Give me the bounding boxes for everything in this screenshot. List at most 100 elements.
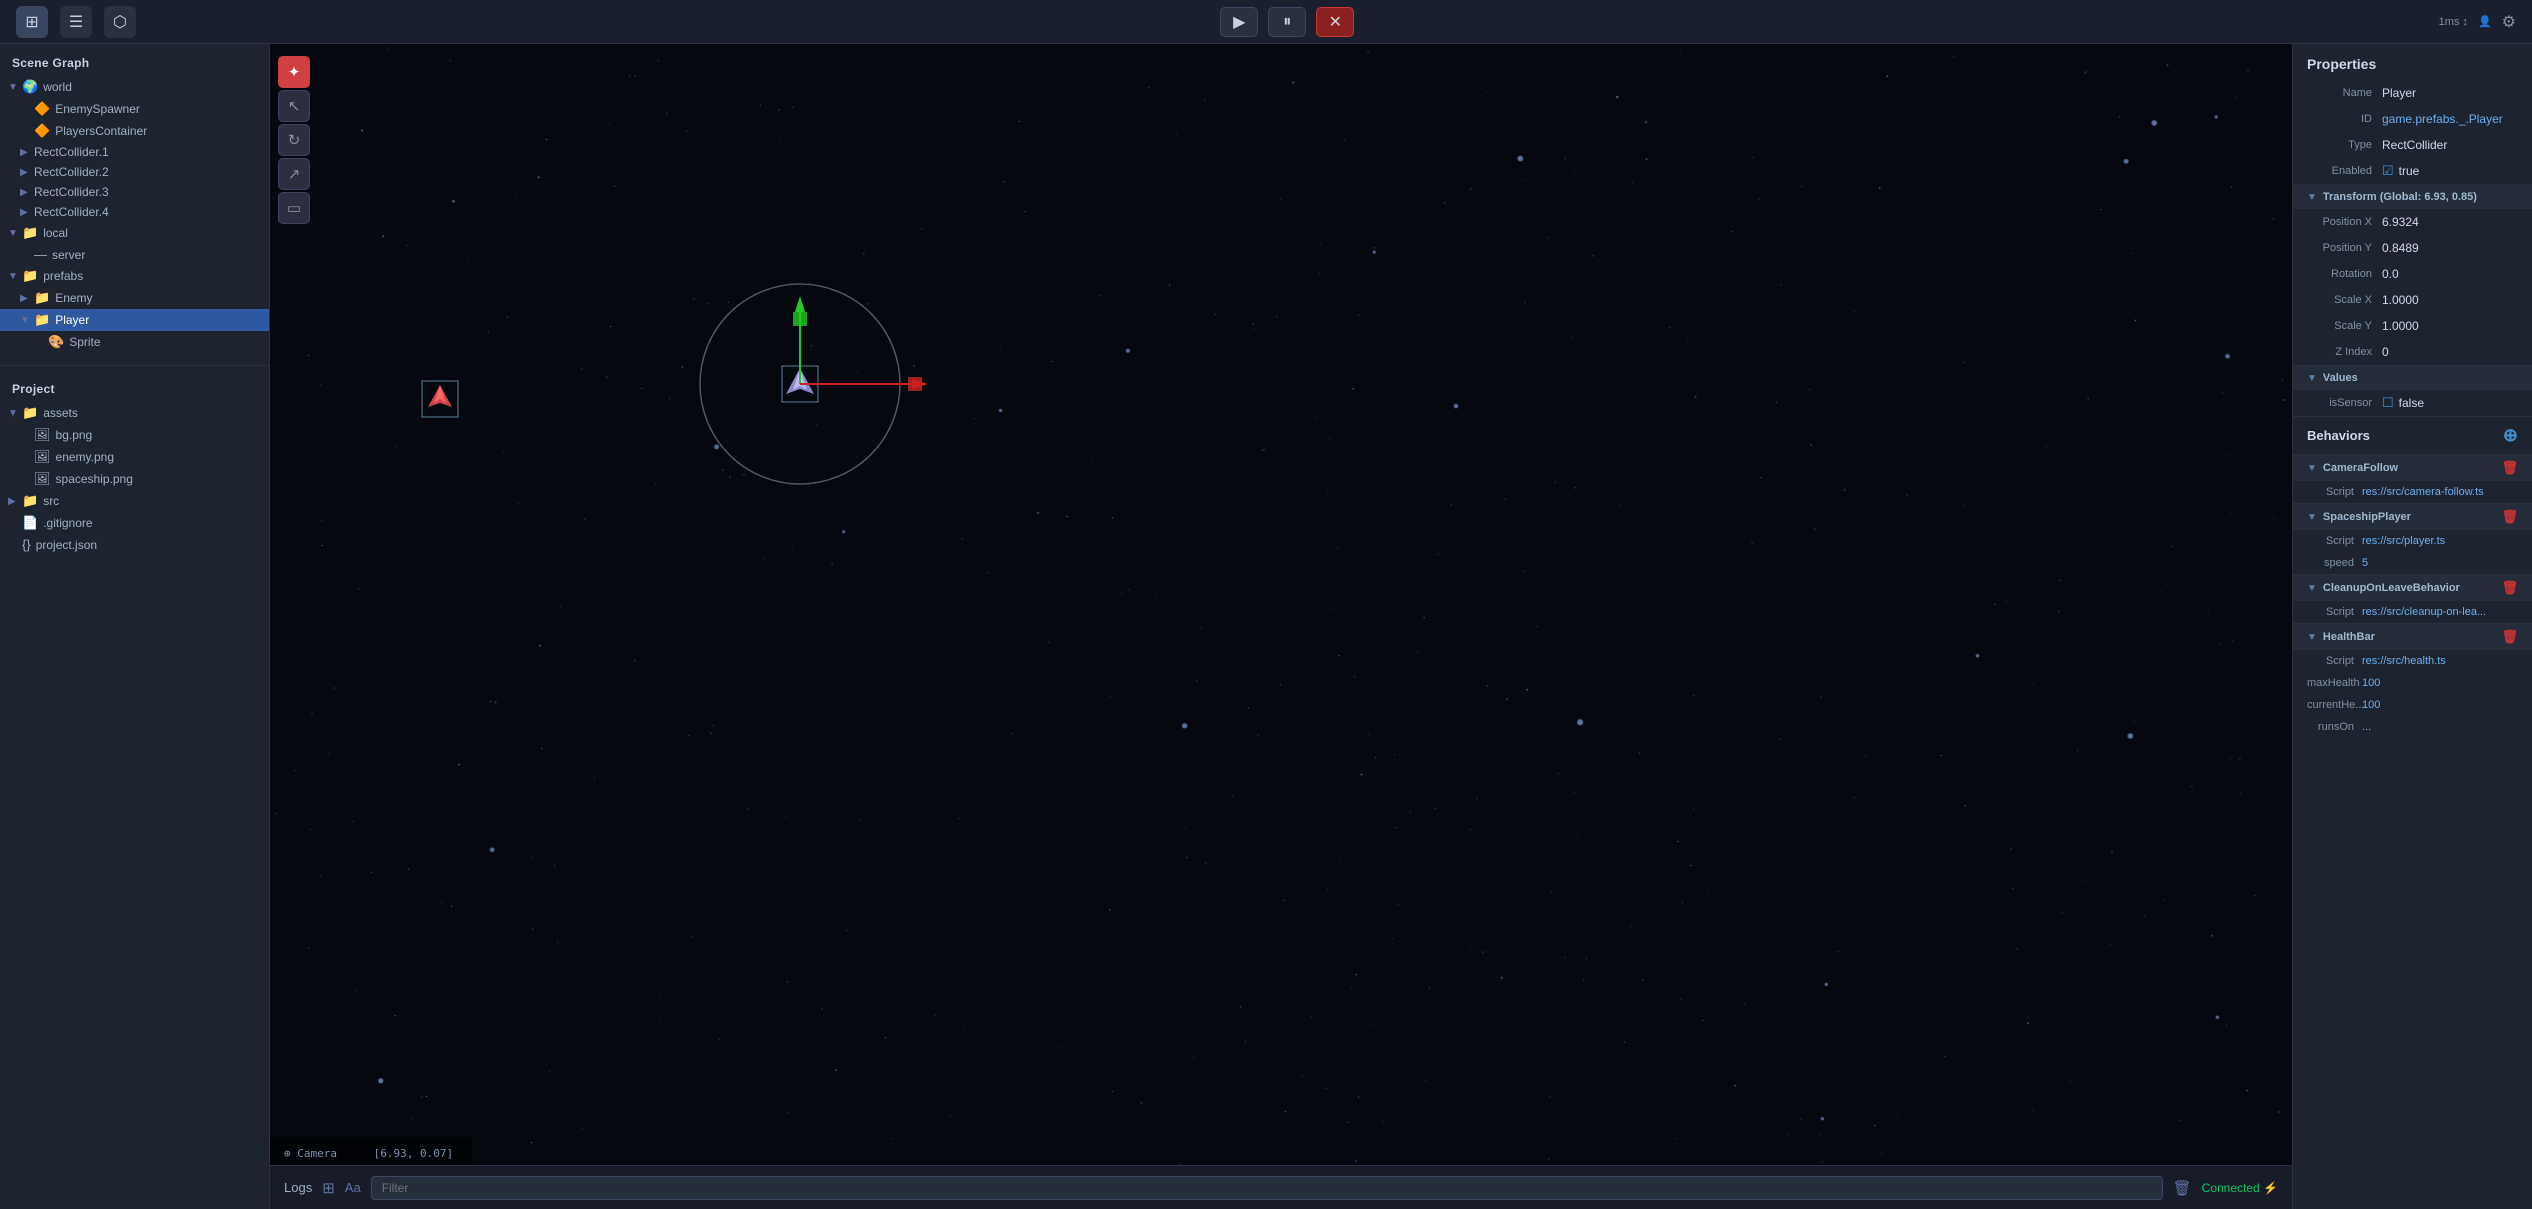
prop-value-speed[interactable]: 5: [2362, 557, 2368, 569]
behavior-delete-HealthBar[interactable]: 🗑: [2501, 629, 2518, 645]
settings-icon[interactable]: ⚙: [2502, 12, 2516, 32]
icon-assets: 📁: [22, 405, 38, 421]
player-gizmo[interactable]: [700, 284, 928, 484]
behavior-delete-CameraFollow[interactable]: 🗑: [2501, 460, 2518, 476]
enabled-text: true: [2399, 164, 2420, 178]
script-value-CleanupOnLeaveBehavior[interactable]: res://src/cleanup-on-lea...: [2362, 606, 2486, 618]
scene-tree-item-sprite[interactable]: 🎨Sprite: [0, 331, 269, 353]
arrow-world: ▼: [8, 82, 22, 93]
prop-name-value: Player: [2382, 86, 2518, 100]
behavior-prop-currenthe...: currentHe...100: [2293, 694, 2532, 716]
label-src: src: [43, 494, 59, 508]
scene-tree-item-players-container[interactable]: 🔶PlayersContainer: [0, 120, 269, 142]
prop-rotation-value[interactable]: 0.0: [2382, 267, 2518, 281]
enemy-sprite[interactable]: [422, 381, 458, 417]
behavior-arrow-CleanupOnLeaveBehavior: ▼: [2307, 583, 2317, 594]
logs-aa-icon[interactable]: Aa: [345, 1180, 361, 1195]
behavior-delete-SpaceshipPlayer[interactable]: 🗑: [2501, 509, 2518, 525]
prop-zindex-value[interactable]: 0: [2382, 345, 2518, 359]
behavior-delete-CleanupOnLeaveBehavior[interactable]: 🗑: [2501, 580, 2518, 596]
tool-rotate[interactable]: ↻: [278, 124, 310, 156]
prop-scalex-label: Scale X: [2307, 294, 2382, 306]
scene-tree-item-rect-collider-1[interactable]: ▶RectCollider.1: [0, 142, 269, 162]
prop-posy-value[interactable]: 0.8489: [2382, 241, 2518, 255]
scene-tree-item-world[interactable]: ▼🌍world: [0, 76, 269, 98]
label-sprite: Sprite: [69, 335, 100, 349]
tool-move[interactable]: ✦: [278, 56, 310, 88]
scene-tree-item-rect-collider-2[interactable]: ▶RectCollider.2: [0, 162, 269, 182]
project-tree-item-enemy-png[interactable]: 🖼enemy.png: [0, 446, 269, 468]
scene-tree-item-rect-collider-4[interactable]: ▶RectCollider.4: [0, 202, 269, 222]
prop-issensor-value: ☐ false: [2382, 395, 2518, 411]
tool-arrow[interactable]: ↖: [278, 90, 310, 122]
logs-grid-icon[interactable]: ⊞: [322, 1179, 335, 1197]
prop-scalex-row: Scale X 1.0000: [2293, 287, 2532, 313]
project-tree-item-src[interactable]: ▶📁src: [0, 490, 269, 512]
right-panel: Properties Name Player ID game.prefabs._…: [2292, 44, 2532, 1209]
pause-button[interactable]: ⏸: [1268, 7, 1306, 37]
prop-value-currentHe...[interactable]: 100: [2362, 699, 2380, 711]
prop-label-maxHealth: maxHealth: [2307, 677, 2362, 689]
scene-tree-item-server[interactable]: —server: [0, 244, 269, 265]
list-icon[interactable]: ☰: [60, 6, 92, 38]
behavior-name-CleanupOnLeaveBehavior: CleanupOnLeaveBehavior: [2323, 582, 2460, 594]
prop-issensor-row: isSensor ☐ false: [2293, 390, 2532, 416]
scene-tree-item-enemy-spawner[interactable]: 🔶EnemySpawner: [0, 98, 269, 120]
project-tree-item-assets[interactable]: ▼📁assets: [0, 402, 269, 424]
scene-tree-item-rect-collider-3[interactable]: ▶RectCollider.3: [0, 182, 269, 202]
stop-button[interactable]: ✕: [1316, 7, 1354, 37]
values-arrow: ▼: [2307, 373, 2317, 384]
arrow-assets: ▼: [8, 408, 22, 419]
play-button[interactable]: ▶: [1220, 7, 1258, 37]
project-tree-item-spaceship-png[interactable]: 🖼spaceship.png: [0, 468, 269, 490]
project-tree-item-project-json[interactable]: {}project.json: [0, 534, 269, 555]
project-tree-item-bg-png[interactable]: 🖼bg.png: [0, 424, 269, 446]
scene-tree-item-local[interactable]: ▼📁local: [0, 222, 269, 244]
prop-id-value[interactable]: game.prefabs._.Player: [2382, 112, 2518, 126]
behavior-title-healthbar[interactable]: ▼HealthBar🗑: [2293, 624, 2532, 650]
project-tree-item-gitignore[interactable]: 📄.gitignore: [0, 512, 269, 534]
prop-posy-label: Position Y: [2307, 242, 2382, 254]
issensor-checkbox[interactable]: ☐: [2382, 395, 2394, 411]
behavior-title-cleanuponleavebehavior[interactable]: ▼ CleanupOnLeaveBehavior 🗑: [2293, 575, 2532, 601]
script-value-HealthBar[interactable]: res://src/health.ts: [2362, 655, 2446, 667]
behaviors-header: Behaviors ⊕: [2293, 416, 2532, 454]
behavior-title-camerafollow[interactable]: ▼CameraFollow🗑: [2293, 455, 2532, 481]
prop-value-maxHealth[interactable]: 100: [2362, 677, 2380, 689]
tool-rect[interactable]: ▭: [278, 192, 310, 224]
icon-enemy: 📁: [34, 290, 50, 306]
tool-scale[interactable]: ↗: [278, 158, 310, 190]
prop-value-runsOn[interactable]: ...: [2362, 721, 2371, 733]
topbar-center: ▶ ⏸ ✕: [1220, 7, 1354, 37]
project-title: Project: [0, 378, 269, 402]
logs-filter-input[interactable]: [371, 1176, 2163, 1200]
behavior-title-spaceshipplayer[interactable]: ▼SpaceshipPlayer🗑: [2293, 504, 2532, 530]
scene-tree-item-prefabs[interactable]: ▼📁prefabs: [0, 265, 269, 287]
scene-tree-item-player[interactable]: ▼📁Player: [0, 309, 269, 331]
scene-graph-section: Scene Graph ▼🌍world 🔶EnemySpawner 🔶Playe…: [0, 44, 269, 361]
enabled-checkbox[interactable]: ☑: [2382, 163, 2394, 179]
icon-prefabs: 📁: [22, 268, 38, 284]
grid-icon[interactable]: ⊞: [16, 6, 48, 38]
scene-toolbar: ✦ ↖ ↻ ↗ ▭: [278, 56, 310, 224]
script-label-CleanupOnLeaveBehavior: Script: [2307, 606, 2362, 618]
behavior-spaceshipplayer: ▼SpaceshipPlayer🗑Scriptres://src/player.…: [2293, 503, 2532, 574]
values-label: Values: [2323, 372, 2518, 384]
script-value-CameraFollow[interactable]: res://src/camera-follow.ts: [2362, 486, 2484, 498]
arrow-rect-collider-3: ▶: [20, 187, 34, 198]
prop-scaley-value[interactable]: 1.0000: [2382, 319, 2518, 333]
transform-section-header[interactable]: ▼ Transform (Global: 6.93, 0.85): [2293, 184, 2532, 209]
label-enemy-spawner: EnemySpawner: [55, 102, 140, 116]
graph-icon[interactable]: ⬡: [104, 6, 136, 38]
prop-posx-value[interactable]: 6.9324: [2382, 215, 2518, 229]
scene-view[interactable]: ✦ ↖ ↻ ↗ ▭: [270, 44, 2292, 1209]
add-behavior-button[interactable]: ⊕: [2503, 425, 2518, 446]
label-player: Player: [55, 313, 89, 327]
script-value-SpaceshipPlayer[interactable]: res://src/player.ts: [2362, 535, 2445, 547]
arrow-player: ▼: [20, 315, 34, 326]
values-section-header[interactable]: ▼ Values: [2293, 365, 2532, 390]
scene-tree-item-enemy[interactable]: ▶📁Enemy: [0, 287, 269, 309]
logs-trash-icon[interactable]: 🗑: [2173, 1179, 2192, 1197]
connected-status: Connected ⚡: [2202, 1181, 2278, 1195]
prop-scalex-value[interactable]: 1.0000: [2382, 293, 2518, 307]
